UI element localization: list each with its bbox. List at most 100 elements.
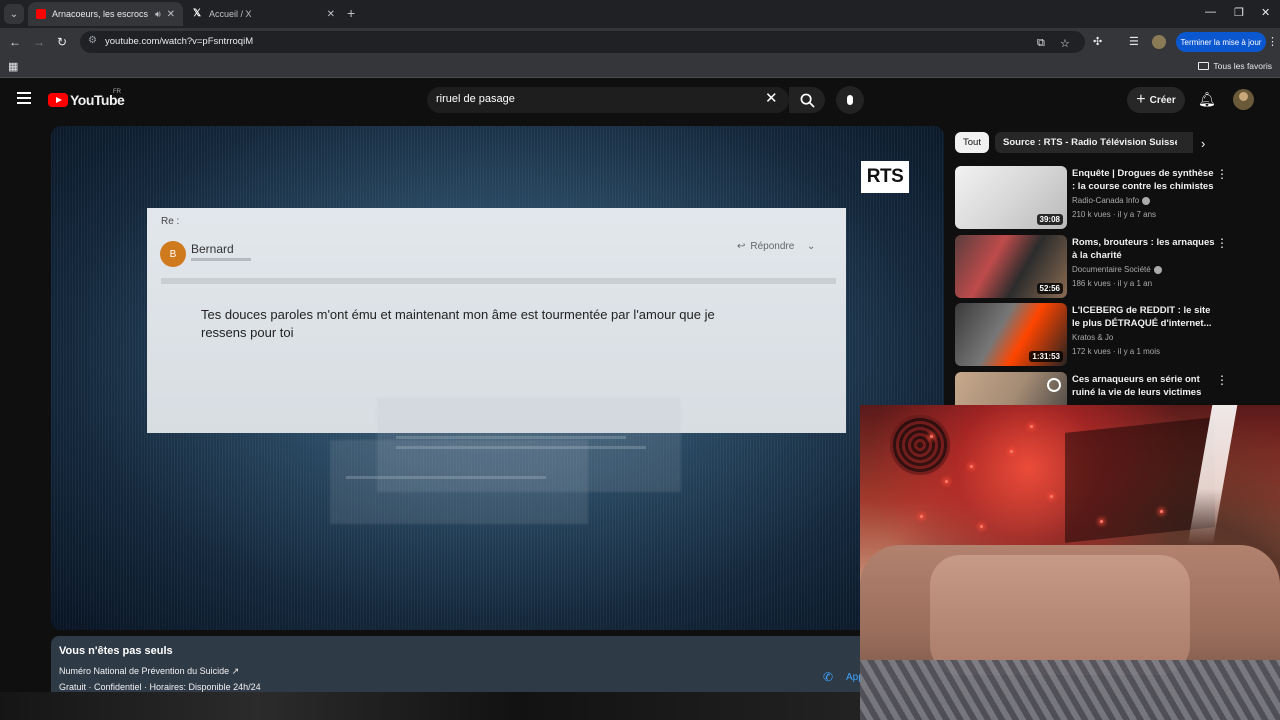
verified-icon: [1142, 196, 1151, 205]
browser-tab-strip: ⌄ Arnacoeurs, les escrocs de l 🔊︎ ✕ 𝕏 Ac…: [0, 0, 1280, 28]
finish-update-button[interactable]: Terminer la mise à jour: [1176, 32, 1266, 52]
close-tab-icon[interactable]: ✕: [327, 9, 335, 20]
address-bar[interactable]: ⚙ youtube.com/watch?v=pFsntrroqiM ⧉ ☆: [80, 31, 1085, 53]
reply-label: Répondre: [750, 241, 795, 252]
url-text[interactable]: youtube.com/watch?v=pFsntrroqiM: [105, 36, 253, 47]
reload-icon[interactable]: ↻: [57, 35, 67, 49]
channel-name[interactable]: Kratos & Jo: [1072, 333, 1113, 342]
reply-button: ↩ Répondre: [737, 241, 794, 252]
bookmarks-bar: ▦ Tous les favoris: [0, 56, 1280, 78]
bookmarks-folder-label: Tous les favoris: [1213, 61, 1272, 71]
tab-search-button[interactable]: ⌄: [4, 4, 24, 24]
blanket: [860, 660, 1280, 720]
create-label: Créer: [1149, 94, 1176, 106]
browser-menu-icon[interactable]: ⋮: [1267, 35, 1278, 48]
phone-icon[interactable]: ✆: [823, 670, 833, 684]
create-button[interactable]: + Créer: [1127, 87, 1185, 113]
background-strip: [0, 692, 860, 720]
more-options-icon[interactable]: ⋮: [1216, 236, 1228, 250]
fairy-light: [1010, 450, 1013, 453]
fairy-light: [970, 465, 973, 468]
blurred-text-line: [396, 446, 646, 449]
bookmark-star-icon[interactable]: ☆: [1060, 37, 1070, 50]
video-meta: 210 k vues · il y a 7 ans: [1072, 210, 1157, 219]
search-input[interactable]: riruel de pasage ✕: [427, 87, 789, 113]
clear-search-icon[interactable]: ✕: [765, 91, 778, 107]
account-avatar[interactable]: [1233, 89, 1254, 110]
browser-toolbar: ← → ↻ ⚙ youtube.com/watch?v=pFsntrroqiM …: [0, 28, 1280, 56]
video-thumbnail[interactable]: 39:08: [955, 166, 1067, 229]
menu-icon[interactable]: [17, 92, 31, 104]
youtube-favicon-icon: [36, 9, 46, 19]
plus-icon: +: [1136, 91, 1146, 108]
video-thumbnail[interactable]: 52:56: [955, 235, 1067, 298]
apps-grid-icon[interactable]: ▦: [8, 60, 18, 73]
video-duration: 52:56: [1036, 283, 1063, 294]
chevron-right-icon[interactable]: ›: [1201, 136, 1205, 151]
info-panel: Vous n'êtes pas seuls Numéro National de…: [51, 636, 944, 692]
video-title[interactable]: L'ICEBERG de REDDIT : le site le plus DÉ…: [1072, 304, 1217, 330]
search-query[interactable]: riruel de pasage: [436, 93, 515, 105]
forward-icon[interactable]: →: [33, 35, 45, 49]
video-meta: 172 k vues · il y a 1 mois: [1072, 347, 1161, 356]
tab-title: Accueil / X: [209, 9, 252, 19]
rts-logo: RTS: [861, 161, 909, 193]
voice-search-button[interactable]: [836, 86, 864, 114]
notifications-bell-icon[interactable]: 🔔︎: [1198, 91, 1216, 108]
more-options-icon[interactable]: ⋮: [1216, 167, 1228, 181]
tab-x[interactable]: 𝕏 Accueil / X ✕: [185, 2, 343, 26]
fairy-light: [1050, 495, 1053, 498]
channel-label: Documentaire Société: [1072, 265, 1151, 274]
chip-more[interactable]: [1177, 132, 1193, 153]
video-title[interactable]: Enquête | Drogues de synthèse : la cours…: [1072, 167, 1217, 193]
install-app-icon[interactable]: ⧉: [1037, 37, 1045, 50]
fairy-light: [980, 525, 983, 528]
verified-icon: [1153, 265, 1162, 274]
search-icon: [800, 93, 815, 108]
video-title[interactable]: Ces arnaqueurs en série ont ruiné la vie…: [1072, 373, 1217, 399]
site-info-icon[interactable]: ⚙: [88, 35, 97, 46]
speaker-icon[interactable]: 🔊︎: [155, 9, 161, 20]
minimize-icon[interactable]: —: [1205, 6, 1216, 18]
chip-all[interactable]: Tout: [955, 132, 989, 153]
close-tab-icon[interactable]: ✕: [167, 9, 175, 20]
close-window-icon[interactable]: ✕: [1261, 6, 1270, 19]
profile-avatar[interactable]: [1152, 35, 1166, 49]
email-subject: Re :: [161, 216, 180, 227]
restore-icon[interactable]: ❐: [1234, 6, 1244, 19]
extensions-icon[interactable]: ✣: [1093, 35, 1102, 48]
sender-avatar: B: [160, 241, 186, 267]
blurred-text-line: [346, 476, 546, 479]
recommendation-item[interactable]: 39:08 Enquête | Drogues de synthèse : la…: [955, 166, 1245, 230]
recommendation-item[interactable]: 1:31:53 L'ICEBERG de REDDIT : le site le…: [955, 303, 1245, 367]
video-duration: 39:08: [1036, 214, 1063, 225]
tab-youtube[interactable]: Arnacoeurs, les escrocs de l 🔊︎ ✕: [28, 2, 183, 26]
hotline-link[interactable]: Numéro National de Prévention du Suicide…: [59, 666, 239, 677]
watch-later-icon[interactable]: [1047, 378, 1061, 392]
channel-name[interactable]: Radio-Canada Info: [1072, 196, 1151, 205]
tab-title: Arnacoeurs, les escrocs de l: [52, 9, 149, 19]
video-meta: 186 k vues · il y a 1 an: [1072, 279, 1153, 288]
fairy-light: [920, 515, 923, 518]
sender-name: Bernard: [191, 242, 234, 256]
video-thumbnail[interactable]: 1:31:53: [955, 303, 1067, 366]
back-icon[interactable]: ←: [9, 35, 21, 49]
hotline-details: Gratuit · Confidentiel · Horaires: Dispo…: [59, 682, 261, 692]
video-title[interactable]: Roms, brouteurs : les arnaques à la char…: [1072, 236, 1217, 262]
video-player[interactable]: RTS Re : B Bernard ↩ Répondre ⌄ Tes douc…: [51, 126, 944, 630]
chip-source-rts[interactable]: Source : RTS - Radio Télévision Suisse: [995, 132, 1188, 153]
recommendation-item[interactable]: 52:56 Roms, brouteurs : les arnaques à l…: [955, 235, 1245, 299]
video-duration: 1:31:53: [1029, 351, 1063, 362]
more-options-icon[interactable]: ⋮: [1216, 373, 1228, 387]
new-tab-button[interactable]: +: [347, 6, 355, 20]
email-divider: [161, 278, 836, 284]
fairy-light: [930, 435, 933, 438]
chevron-down-icon: ⌄: [807, 241, 816, 252]
youtube-play-icon: [48, 93, 68, 107]
channel-label: Radio-Canada Info: [1072, 196, 1140, 205]
all-bookmarks-folder[interactable]: Tous les favoris: [1198, 61, 1272, 71]
search-button[interactable]: [789, 87, 825, 113]
channel-name[interactable]: Documentaire Société: [1072, 265, 1162, 274]
reading-list-icon[interactable]: ☰: [1129, 35, 1139, 48]
country-code: FR: [113, 89, 121, 95]
